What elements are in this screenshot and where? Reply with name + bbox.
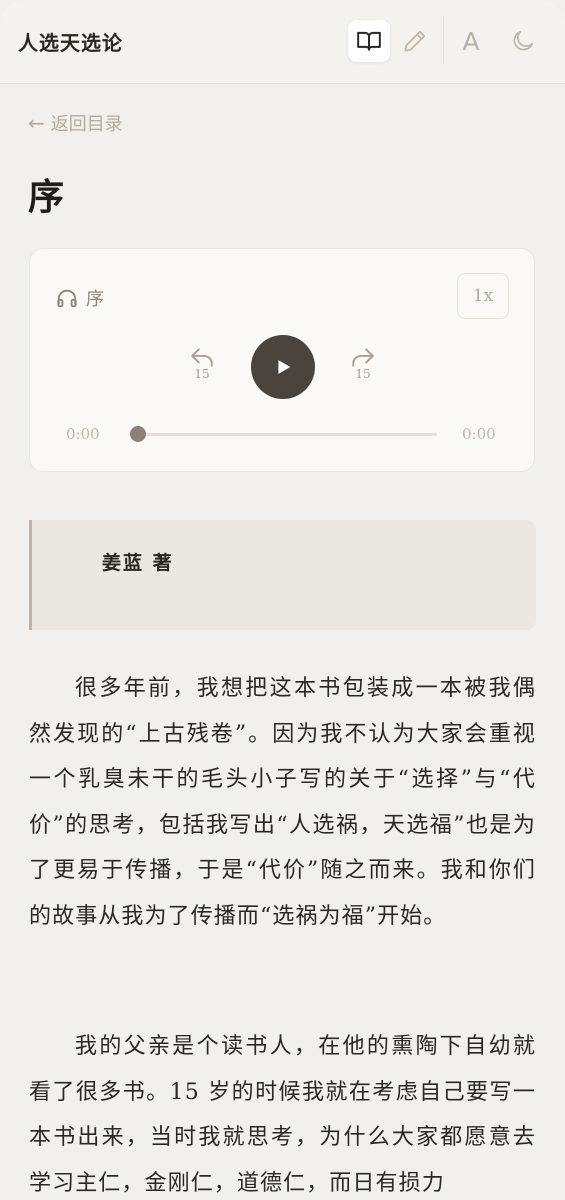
font-icon: A — [462, 26, 480, 56]
chapter-title: 序 — [28, 176, 65, 218]
author-name: 姜蓝 著 — [102, 552, 174, 574]
author-block: 姜蓝 著 — [29, 520, 536, 630]
forward-icon — [352, 348, 374, 367]
moon-icon — [513, 30, 534, 51]
current-time: 0:00 — [66, 425, 100, 443]
audio-player: 序 1x 15 15 0:00 0:00 — [29, 248, 535, 472]
font-settings-button[interactable]: A — [450, 20, 492, 62]
back-label: 返回目录 — [50, 114, 123, 135]
header-divider — [443, 16, 444, 64]
arrow-left-icon: ← — [28, 111, 45, 135]
annotate-button[interactable] — [394, 20, 436, 62]
duration: 0:00 — [462, 425, 496, 443]
app-title: 人选天选论 — [18, 31, 123, 55]
audio-track-title: 序 — [86, 289, 104, 310]
rewind-icon — [191, 348, 213, 367]
progress-thumb[interactable] — [130, 426, 146, 442]
pencil-icon — [404, 30, 426, 52]
reading-mode-button[interactable] — [348, 20, 390, 62]
open-book-icon — [357, 31, 381, 51]
playback-speed-button[interactable]: 1x — [457, 273, 509, 319]
audio-track-label: 序 — [56, 285, 104, 311]
play-button[interactable] — [251, 335, 315, 399]
rewind-button[interactable]: 15 — [182, 345, 222, 391]
forward-button[interactable]: 15 — [343, 345, 383, 391]
body-paragraph: 很多年前，我想把这本书包装成一本被我偶然发现的“上古残卷”。因为我不认为大家会重… — [29, 676, 536, 929]
body-paragraph: 我的父亲是个读书人，在他的熏陶下自幼就看了很多书。15 岁的时候我就在考虑自己要… — [29, 1034, 536, 1196]
forward-seconds: 15 — [355, 367, 371, 381]
back-to-contents-link[interactable]: ← 返回目录 — [28, 110, 123, 136]
progress-track[interactable] — [138, 433, 437, 436]
play-icon — [278, 360, 291, 374]
app-header: 人选天选论 A — [0, 0, 565, 84]
dark-mode-button[interactable] — [502, 20, 544, 62]
headphones-icon — [57, 289, 77, 308]
rewind-seconds: 15 — [194, 367, 210, 381]
